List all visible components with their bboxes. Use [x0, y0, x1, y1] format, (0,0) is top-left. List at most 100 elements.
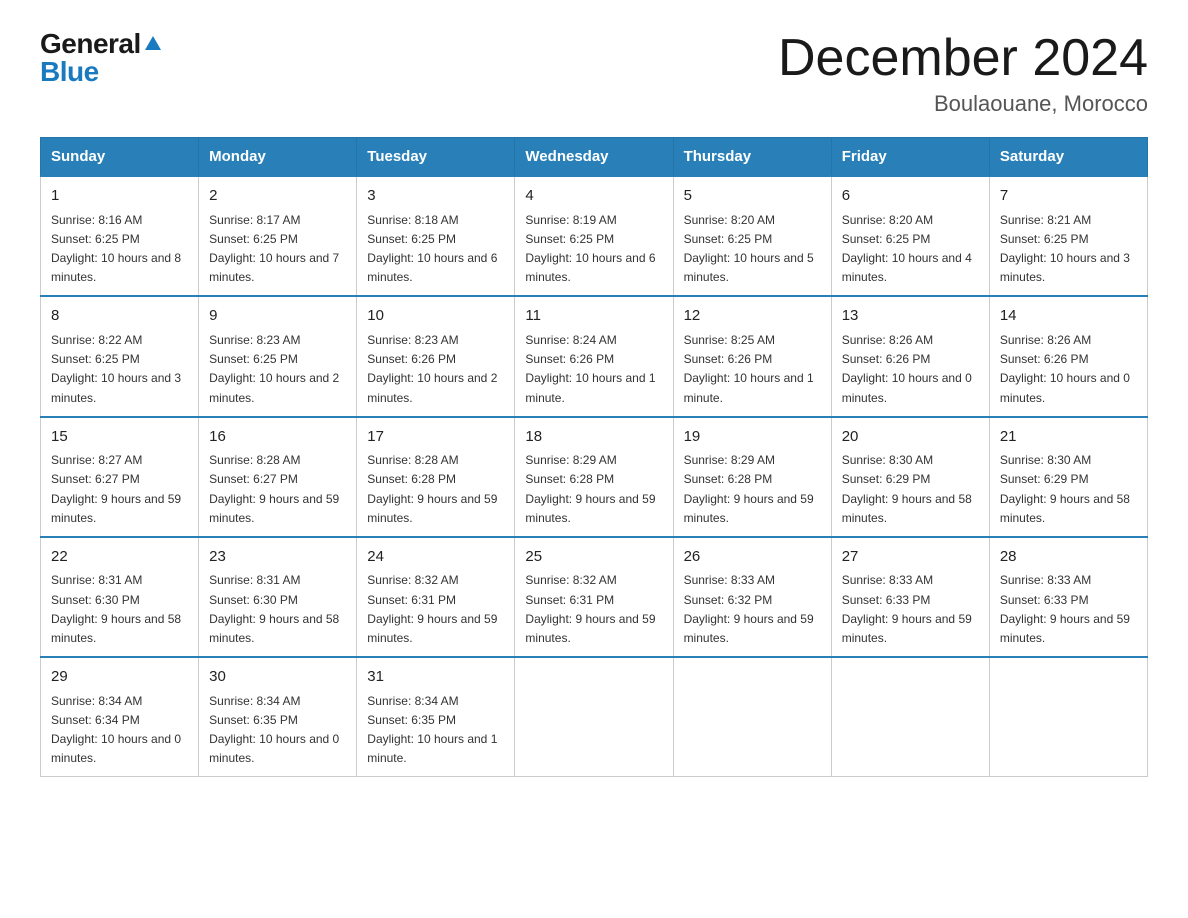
day-number: 29	[51, 666, 188, 689]
calendar-cell: 25 Sunrise: 8:32 AMSunset: 6:31 PMDaylig…	[515, 537, 673, 657]
calendar-cell: 8 Sunrise: 8:22 AMSunset: 6:25 PMDayligh…	[41, 296, 199, 416]
calendar-cell: 19 Sunrise: 8:29 AMSunset: 6:28 PMDaylig…	[673, 417, 831, 537]
day-number: 2	[209, 185, 346, 208]
calendar-table: Sunday Monday Tuesday Wednesday Thursday…	[40, 137, 1148, 777]
day-info: Sunrise: 8:30 AMSunset: 6:29 PMDaylight:…	[1000, 453, 1130, 525]
calendar-cell: 6 Sunrise: 8:20 AMSunset: 6:25 PMDayligh…	[831, 176, 989, 296]
calendar-cell: 5 Sunrise: 8:20 AMSunset: 6:25 PMDayligh…	[673, 176, 831, 296]
day-number: 22	[51, 546, 188, 569]
calendar-cell: 20 Sunrise: 8:30 AMSunset: 6:29 PMDaylig…	[831, 417, 989, 537]
calendar-cell: 14 Sunrise: 8:26 AMSunset: 6:26 PMDaylig…	[989, 296, 1147, 416]
day-info: Sunrise: 8:17 AMSunset: 6:25 PMDaylight:…	[209, 213, 339, 285]
calendar-cell: 18 Sunrise: 8:29 AMSunset: 6:28 PMDaylig…	[515, 417, 673, 537]
calendar-cell: 13 Sunrise: 8:26 AMSunset: 6:26 PMDaylig…	[831, 296, 989, 416]
day-number: 26	[684, 546, 821, 569]
day-number: 17	[367, 426, 504, 449]
day-info: Sunrise: 8:31 AMSunset: 6:30 PMDaylight:…	[209, 573, 339, 645]
day-number: 25	[525, 546, 662, 569]
day-number: 20	[842, 426, 979, 449]
day-number: 18	[525, 426, 662, 449]
logo: General Blue	[40, 30, 161, 86]
calendar-cell: 26 Sunrise: 8:33 AMSunset: 6:32 PMDaylig…	[673, 537, 831, 657]
day-number: 10	[367, 305, 504, 328]
day-info: Sunrise: 8:23 AMSunset: 6:26 PMDaylight:…	[367, 333, 497, 405]
day-info: Sunrise: 8:20 AMSunset: 6:25 PMDaylight:…	[684, 213, 814, 285]
calendar-cell: 10 Sunrise: 8:23 AMSunset: 6:26 PMDaylig…	[357, 296, 515, 416]
page-header: General Blue December 2024 Boulaouane, M…	[40, 30, 1148, 117]
calendar-cell: 22 Sunrise: 8:31 AMSunset: 6:30 PMDaylig…	[41, 537, 199, 657]
day-number: 6	[842, 185, 979, 208]
day-info: Sunrise: 8:33 AMSunset: 6:33 PMDaylight:…	[1000, 573, 1130, 645]
calendar-cell: 11 Sunrise: 8:24 AMSunset: 6:26 PMDaylig…	[515, 296, 673, 416]
calendar-cell: 29 Sunrise: 8:34 AMSunset: 6:34 PMDaylig…	[41, 657, 199, 777]
location-subtitle: Boulaouane, Morocco	[778, 91, 1148, 117]
day-number: 16	[209, 426, 346, 449]
day-number: 27	[842, 546, 979, 569]
day-number: 21	[1000, 426, 1137, 449]
day-info: Sunrise: 8:34 AMSunset: 6:34 PMDaylight:…	[51, 694, 181, 766]
calendar-cell: 2 Sunrise: 8:17 AMSunset: 6:25 PMDayligh…	[199, 176, 357, 296]
day-info: Sunrise: 8:24 AMSunset: 6:26 PMDaylight:…	[525, 333, 655, 405]
header-thursday: Thursday	[673, 138, 831, 177]
day-number: 15	[51, 426, 188, 449]
day-info: Sunrise: 8:16 AMSunset: 6:25 PMDaylight:…	[51, 213, 181, 285]
day-info: Sunrise: 8:32 AMSunset: 6:31 PMDaylight:…	[525, 573, 655, 645]
day-number: 9	[209, 305, 346, 328]
day-number: 5	[684, 185, 821, 208]
day-info: Sunrise: 8:32 AMSunset: 6:31 PMDaylight:…	[367, 573, 497, 645]
calendar-cell: 17 Sunrise: 8:28 AMSunset: 6:28 PMDaylig…	[357, 417, 515, 537]
week-row-3: 15 Sunrise: 8:27 AMSunset: 6:27 PMDaylig…	[41, 417, 1148, 537]
header-wednesday: Wednesday	[515, 138, 673, 177]
week-row-5: 29 Sunrise: 8:34 AMSunset: 6:34 PMDaylig…	[41, 657, 1148, 777]
day-number: 30	[209, 666, 346, 689]
day-info: Sunrise: 8:23 AMSunset: 6:25 PMDaylight:…	[209, 333, 339, 405]
day-info: Sunrise: 8:25 AMSunset: 6:26 PMDaylight:…	[684, 333, 814, 405]
day-number: 1	[51, 185, 188, 208]
calendar-cell: 16 Sunrise: 8:28 AMSunset: 6:27 PMDaylig…	[199, 417, 357, 537]
week-row-4: 22 Sunrise: 8:31 AMSunset: 6:30 PMDaylig…	[41, 537, 1148, 657]
calendar-cell: 12 Sunrise: 8:25 AMSunset: 6:26 PMDaylig…	[673, 296, 831, 416]
day-info: Sunrise: 8:33 AMSunset: 6:32 PMDaylight:…	[684, 573, 814, 645]
day-info: Sunrise: 8:30 AMSunset: 6:29 PMDaylight:…	[842, 453, 972, 525]
day-info: Sunrise: 8:20 AMSunset: 6:25 PMDaylight:…	[842, 213, 972, 285]
day-number: 8	[51, 305, 188, 328]
day-info: Sunrise: 8:21 AMSunset: 6:25 PMDaylight:…	[1000, 213, 1130, 285]
calendar-cell: 7 Sunrise: 8:21 AMSunset: 6:25 PMDayligh…	[989, 176, 1147, 296]
day-number: 19	[684, 426, 821, 449]
day-number: 13	[842, 305, 979, 328]
calendar-cell: 24 Sunrise: 8:32 AMSunset: 6:31 PMDaylig…	[357, 537, 515, 657]
day-number: 11	[525, 305, 662, 328]
day-info: Sunrise: 8:19 AMSunset: 6:25 PMDaylight:…	[525, 213, 655, 285]
calendar-cell: 9 Sunrise: 8:23 AMSunset: 6:25 PMDayligh…	[199, 296, 357, 416]
calendar-cell	[515, 657, 673, 777]
calendar-cell: 15 Sunrise: 8:27 AMSunset: 6:27 PMDaylig…	[41, 417, 199, 537]
calendar-cell	[673, 657, 831, 777]
day-info: Sunrise: 8:34 AMSunset: 6:35 PMDaylight:…	[209, 694, 339, 766]
day-info: Sunrise: 8:26 AMSunset: 6:26 PMDaylight:…	[1000, 333, 1130, 405]
calendar-cell: 3 Sunrise: 8:18 AMSunset: 6:25 PMDayligh…	[357, 176, 515, 296]
header-sunday: Sunday	[41, 138, 199, 177]
day-number: 3	[367, 185, 504, 208]
day-number: 28	[1000, 546, 1137, 569]
calendar-cell	[831, 657, 989, 777]
logo-blue-text: Blue	[40, 58, 161, 86]
day-info: Sunrise: 8:28 AMSunset: 6:28 PMDaylight:…	[367, 453, 497, 525]
header-monday: Monday	[199, 138, 357, 177]
day-info: Sunrise: 8:22 AMSunset: 6:25 PMDaylight:…	[51, 333, 181, 405]
title-area: December 2024 Boulaouane, Morocco	[778, 30, 1148, 117]
day-number: 24	[367, 546, 504, 569]
day-info: Sunrise: 8:31 AMSunset: 6:30 PMDaylight:…	[51, 573, 181, 645]
calendar-cell: 21 Sunrise: 8:30 AMSunset: 6:29 PMDaylig…	[989, 417, 1147, 537]
week-row-1: 1 Sunrise: 8:16 AMSunset: 6:25 PMDayligh…	[41, 176, 1148, 296]
week-row-2: 8 Sunrise: 8:22 AMSunset: 6:25 PMDayligh…	[41, 296, 1148, 416]
day-info: Sunrise: 8:28 AMSunset: 6:27 PMDaylight:…	[209, 453, 339, 525]
calendar-cell: 4 Sunrise: 8:19 AMSunset: 6:25 PMDayligh…	[515, 176, 673, 296]
header-row: Sunday Monday Tuesday Wednesday Thursday…	[41, 138, 1148, 177]
day-number: 4	[525, 185, 662, 208]
calendar-cell: 23 Sunrise: 8:31 AMSunset: 6:30 PMDaylig…	[199, 537, 357, 657]
calendar-cell: 30 Sunrise: 8:34 AMSunset: 6:35 PMDaylig…	[199, 657, 357, 777]
calendar-cell: 31 Sunrise: 8:34 AMSunset: 6:35 PMDaylig…	[357, 657, 515, 777]
header-tuesday: Tuesday	[357, 138, 515, 177]
day-info: Sunrise: 8:27 AMSunset: 6:27 PMDaylight:…	[51, 453, 181, 525]
calendar-cell	[989, 657, 1147, 777]
